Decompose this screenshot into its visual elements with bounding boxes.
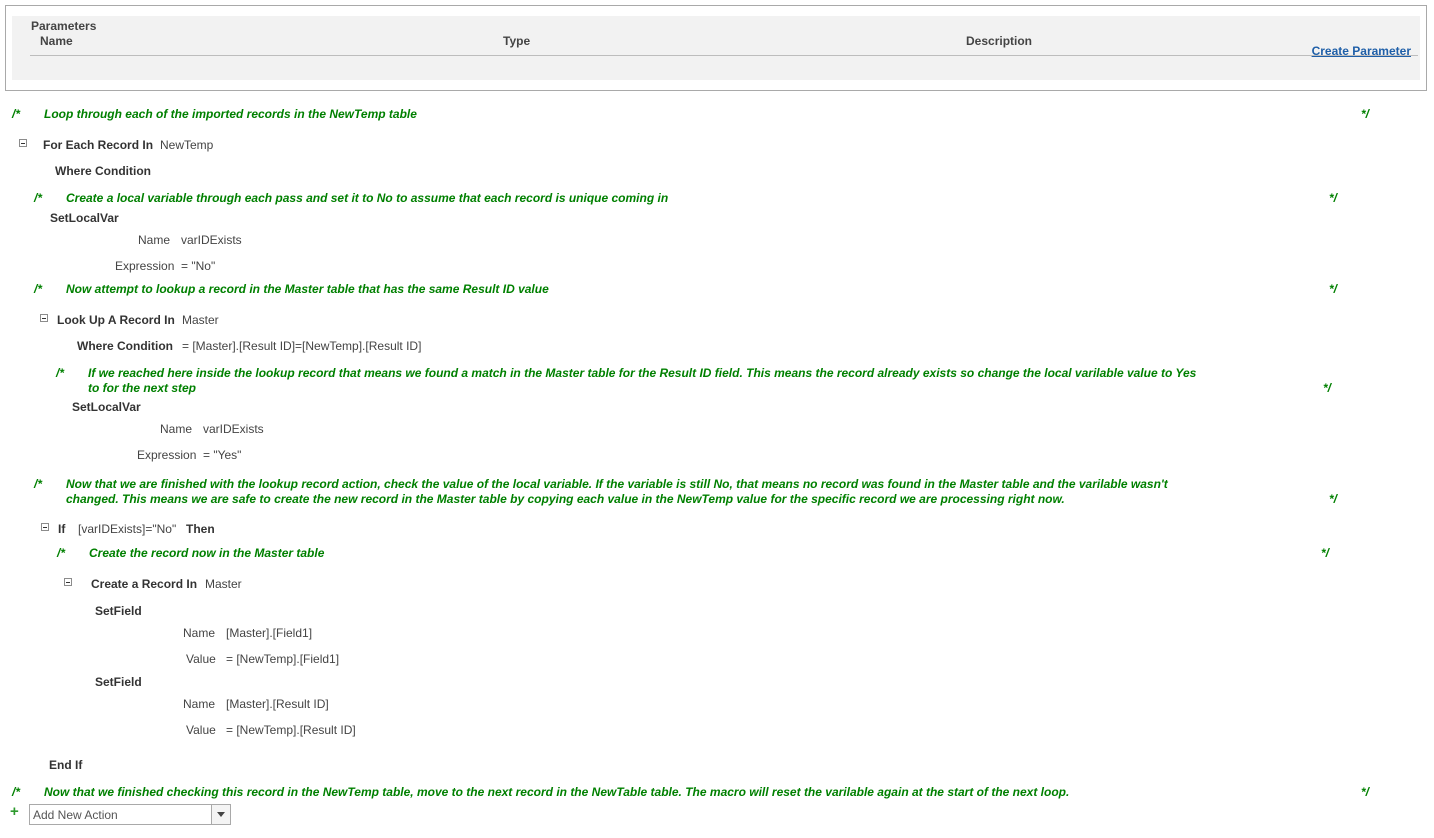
comment-close: */: [1361, 785, 1370, 799]
chevron-down-icon[interactable]: [211, 805, 230, 824]
parameters-divider: [30, 55, 1418, 56]
comment-text-line1: If we reached here inside the lookup rec…: [88, 366, 1197, 380]
add-new-action-text: Add New Action: [33, 808, 118, 822]
parameters-title: Parameters: [31, 19, 97, 33]
comment-text: Loop through each of the imported record…: [44, 107, 417, 121]
create-record-keyword[interactable]: Create a Record In: [91, 577, 197, 591]
for-each-table[interactable]: NewTemp: [160, 138, 213, 152]
comment-close: */: [1329, 191, 1338, 205]
comment-text: Create the record now in the Master tabl…: [89, 546, 325, 560]
comment-close: */: [1321, 546, 1330, 560]
setlocalvar-keyword[interactable]: SetLocalVar: [72, 400, 141, 414]
plus-icon[interactable]: +: [10, 804, 22, 819]
collapse-toggle-icon[interactable]: [40, 314, 48, 322]
setfield-value-label: Value: [186, 652, 216, 666]
comment-close: */: [1329, 492, 1338, 506]
comment-text: Now attempt to lookup a record in the Ma…: [66, 282, 549, 296]
comment-open: /*: [34, 282, 43, 296]
param-col-name: Name: [40, 34, 73, 48]
setfield-name-label: Name: [183, 697, 216, 711]
comment-close: */: [1323, 381, 1332, 395]
parameters-panel: Parameters Name Type Description Create …: [5, 5, 1427, 91]
comment-close: */: [1361, 107, 1370, 121]
comment-open: /*: [56, 366, 65, 380]
lookup-keyword[interactable]: Look Up A Record In: [57, 313, 175, 327]
setfield-name-value[interactable]: [Master].[Result ID]: [226, 697, 329, 711]
comment-text-line2: to for the next step: [88, 381, 197, 395]
lookup-table[interactable]: Master: [182, 313, 219, 327]
comment-text-line1: Now that we are finished with the lookup…: [66, 477, 1168, 491]
parameters-grid: Parameters Name Type Description Create …: [12, 16, 1420, 80]
comment-text-line2: changed. This means we are safe to creat…: [66, 492, 1065, 506]
param-col-type: Type: [503, 34, 531, 48]
setlocalvar-expression-label: Expression: [137, 448, 197, 462]
lookup-where-label: Where Condition: [77, 339, 173, 353]
setfield-keyword[interactable]: SetField: [95, 604, 142, 618]
end-if-keyword: End If: [49, 758, 83, 772]
collapse-toggle-icon[interactable]: [64, 578, 72, 586]
comment-open: /*: [34, 477, 43, 491]
param-col-description: Description: [966, 34, 1033, 48]
setlocalvar-expression-label: Expression: [115, 259, 175, 273]
create-record-table[interactable]: Master: [205, 577, 242, 591]
setlocalvar-keyword[interactable]: SetLocalVar: [50, 211, 119, 225]
create-parameter-link[interactable]: Create Parameter: [1312, 44, 1411, 58]
setlocalvar-name-value[interactable]: varIDExists: [203, 422, 264, 436]
setfield-keyword[interactable]: SetField: [95, 675, 142, 689]
setfield-name-label: Name: [183, 626, 216, 640]
comment-close: */: [1329, 282, 1338, 296]
if-keyword[interactable]: If: [58, 522, 65, 536]
lookup-where-value[interactable]: = [Master].[Result ID]=[NewTemp].[Result…: [182, 339, 421, 353]
setlocalvar-expression-value[interactable]: = "No": [181, 259, 215, 273]
for-each-where-label: Where Condition: [55, 164, 151, 178]
collapse-toggle-icon[interactable]: [41, 523, 49, 531]
setlocalvar-name-label: Name: [160, 422, 193, 436]
setlocalvar-name-value[interactable]: varIDExists: [181, 233, 242, 247]
collapse-toggle-icon[interactable]: [19, 139, 27, 147]
comment-open: /*: [34, 191, 43, 205]
then-keyword: Then: [186, 522, 215, 536]
setfield-value-value[interactable]: = [NewTemp].[Result ID]: [226, 723, 356, 737]
comment-text: Create a local variable through each pas…: [66, 191, 669, 205]
setfield-name-value[interactable]: [Master].[Field1]: [226, 626, 312, 640]
setfield-value-value[interactable]: = [NewTemp].[Field1]: [226, 652, 339, 666]
add-new-action-dropdown[interactable]: Add New Action: [29, 804, 231, 825]
if-condition[interactable]: [varIDExists]="No": [78, 522, 176, 536]
setlocalvar-name-label: Name: [138, 233, 171, 247]
comment-open: /*: [12, 785, 21, 799]
setfield-value-label: Value: [186, 723, 216, 737]
comment-open: /*: [12, 107, 21, 121]
for-each-keyword[interactable]: For Each Record In: [43, 138, 153, 152]
comment-text: Now that we finished checking this recor…: [44, 785, 1070, 799]
setlocalvar-expression-value[interactable]: = "Yes": [203, 448, 241, 462]
comment-open: /*: [57, 546, 66, 560]
